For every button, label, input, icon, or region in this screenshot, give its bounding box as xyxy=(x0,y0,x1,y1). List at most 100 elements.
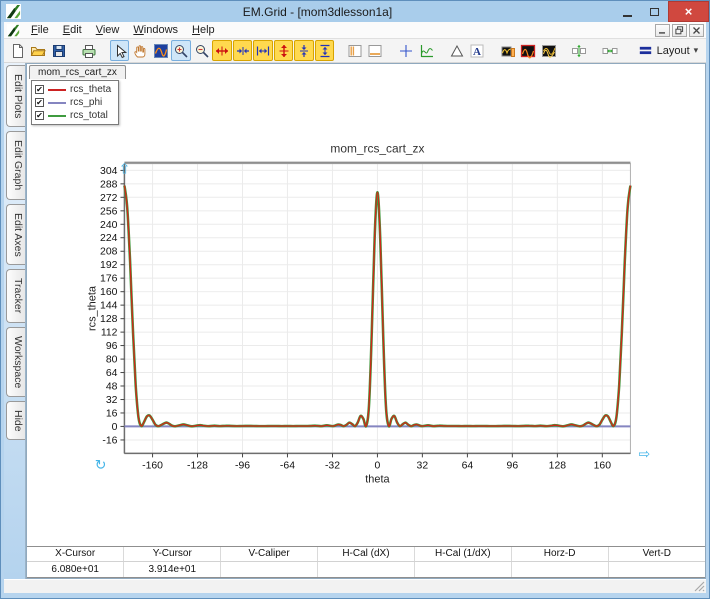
layout-button-label: Layout xyxy=(657,45,690,57)
pointer-button[interactable] xyxy=(110,40,129,61)
cursor-readout-table: X-CursorY-CursorV-CaliperH-Cal (dX)H-Cal… xyxy=(27,546,705,578)
y-tick-label: 224 xyxy=(100,233,118,244)
x-tick-label: 32 xyxy=(417,460,429,471)
layout-icon xyxy=(638,44,653,57)
resize-grip-icon[interactable] xyxy=(694,581,705,592)
dock-tab-edit-graph[interactable]: Edit Graph xyxy=(6,131,25,199)
split-vertical-icon xyxy=(347,43,363,59)
dropdown-caret-icon: ▾ xyxy=(694,45,699,56)
edit-plot-button[interactable] xyxy=(498,40,517,61)
axis-corner-handle-icon: ↻ xyxy=(95,456,107,472)
h-expand-icon xyxy=(214,43,230,59)
cursor-col-header: H-Cal (1/dX) xyxy=(414,547,511,561)
legend-label: rcs_total xyxy=(70,110,108,121)
y-tick-label: 144 xyxy=(100,301,118,312)
dock-tab-workspace[interactable]: Workspace xyxy=(6,327,25,397)
statusbar xyxy=(4,579,706,593)
y-tick-label: 16 xyxy=(106,408,118,419)
y-tick-label: 240 xyxy=(100,220,118,231)
mdi-restore-button[interactable] xyxy=(672,24,687,37)
maximize-button[interactable] xyxy=(641,2,668,22)
menu-item-edit[interactable]: Edit xyxy=(56,23,89,37)
document-tab[interactable]: mom_rcs_cart_zx xyxy=(29,65,126,79)
menu-item-windows[interactable]: Windows xyxy=(126,23,185,37)
plot-overlay-button[interactable] xyxy=(539,40,558,61)
dock-tab-tracker[interactable]: Tracker xyxy=(6,269,25,322)
plot-svg[interactable]: -160163248648096112128144160176192208224… xyxy=(27,79,705,546)
match-vertical-button[interactable] xyxy=(570,40,589,61)
dock-tab-edit-plots[interactable]: Edit Plots xyxy=(6,65,25,127)
app-window: EM.Grid - [mom3dlesson1a] × FileEditView… xyxy=(0,0,710,599)
graph-client: mom_rcs_cart_zx ✔rcs_theta✔rcs_phi✔rcs_t… xyxy=(26,63,706,579)
mdi-close-button[interactable] xyxy=(689,24,704,37)
menu-item-help[interactable]: Help xyxy=(185,23,222,37)
v-compress-button[interactable] xyxy=(294,40,313,61)
y-tick-label: 48 xyxy=(106,381,118,392)
menu-item-file[interactable]: File xyxy=(24,23,56,37)
cursor-col-value: 3.914e+01 xyxy=(124,561,221,577)
caliper-button[interactable] xyxy=(447,40,466,61)
text-label-icon: A xyxy=(469,43,485,59)
legend-box: ✔rcs_theta✔rcs_phi✔rcs_total xyxy=(31,80,119,125)
toolbar: A Layout ▾ xyxy=(4,39,706,63)
titlebar[interactable]: EM.Grid - [mom3dlesson1a] × xyxy=(1,1,709,22)
mdi-minimize-button[interactable] xyxy=(655,24,670,37)
split-vertical-button[interactable] xyxy=(345,40,364,61)
crosshair-icon xyxy=(398,43,414,59)
crosshair-button[interactable] xyxy=(396,40,415,61)
plot-title: mom_rcs_cart_zx xyxy=(330,142,424,156)
v-fit-button[interactable] xyxy=(315,40,334,61)
match-vertical-icon xyxy=(571,43,587,59)
print-button[interactable] xyxy=(79,40,98,61)
x-tick-label: -128 xyxy=(187,460,208,471)
h-compress-button[interactable] xyxy=(233,40,252,61)
curve-tracker-button[interactable] xyxy=(417,40,436,61)
layout-button[interactable]: Layout ▾ xyxy=(631,40,706,61)
legend-checkbox-rcs_total[interactable]: ✔ xyxy=(35,111,44,120)
document-logo-icon[interactable] xyxy=(7,24,20,37)
save-button[interactable] xyxy=(49,40,68,61)
y-tick-label: 0 xyxy=(112,422,118,433)
match-horizontal-button[interactable] xyxy=(600,40,619,61)
plot-style-button[interactable] xyxy=(519,40,538,61)
cursor-col-value xyxy=(414,561,511,577)
h-compress-icon xyxy=(235,43,251,59)
menu-item-view[interactable]: View xyxy=(89,23,127,37)
pan-button[interactable] xyxy=(130,40,149,61)
legend-line-sample xyxy=(48,89,66,91)
y-tick-label: 112 xyxy=(101,328,118,339)
app-logo-icon xyxy=(6,4,21,19)
split-horizontal-button[interactable] xyxy=(366,40,385,61)
window-bottom-border xyxy=(1,593,709,598)
close-button[interactable]: × xyxy=(668,1,709,22)
y-tick-label: 288 xyxy=(100,179,118,190)
legend-checkbox-rcs_theta[interactable]: ✔ xyxy=(35,85,44,94)
y-tick-label: 32 xyxy=(106,395,118,406)
zoom-out-button[interactable] xyxy=(192,40,211,61)
y-tick-label: 256 xyxy=(100,206,118,217)
minimize-button[interactable] xyxy=(614,2,641,22)
dock-tab-hide[interactable]: Hide xyxy=(6,401,25,441)
print-icon xyxy=(81,43,97,59)
zoom-in-button[interactable] xyxy=(171,40,190,61)
open-button[interactable] xyxy=(28,40,47,61)
legend-checkbox-rcs_phi[interactable]: ✔ xyxy=(35,98,44,107)
plot-canvas[interactable]: ✔rcs_theta✔rcs_phi✔rcs_total -1601632486… xyxy=(27,79,705,546)
v-fit-icon xyxy=(317,43,333,59)
v-expand-button[interactable] xyxy=(274,40,293,61)
cursor-col-value: 6.080e+01 xyxy=(27,561,124,577)
y-tick-label: 160 xyxy=(100,287,118,298)
h-fit-button[interactable] xyxy=(253,40,272,61)
h-expand-button[interactable] xyxy=(212,40,231,61)
legend-label: rcs_phi xyxy=(70,97,102,108)
text-label-button[interactable]: A xyxy=(468,40,487,61)
y-tick-label: 208 xyxy=(100,247,118,258)
x-tick-label: 64 xyxy=(462,460,474,471)
svg-text:A: A xyxy=(473,46,481,58)
curve-tracker-icon xyxy=(418,43,434,59)
redraw-button[interactable] xyxy=(151,40,170,61)
new-button[interactable] xyxy=(8,40,27,61)
cursor-col-value xyxy=(221,561,318,577)
dock-tab-edit-axes[interactable]: Edit Axes xyxy=(6,204,25,266)
y-tick-label: 272 xyxy=(100,193,118,204)
